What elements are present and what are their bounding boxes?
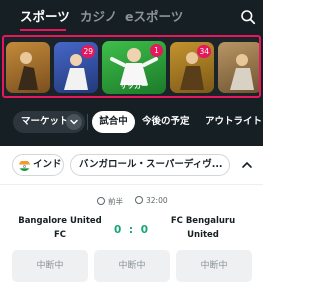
chevron-down-icon [66, 114, 82, 130]
sport-label: サッカー [120, 82, 148, 90]
top-tabs: スポーツ カジノ eスポーツ [0, 0, 263, 34]
tab-esports[interactable]: eスポーツ [125, 9, 183, 25]
country-name: インド [33, 159, 62, 170]
active-tab-indicator [20, 29, 66, 31]
clock-icon [135, 196, 143, 204]
odds-button-draw[interactable]: 中断中 [94, 250, 170, 282]
filter-live[interactable]: 試合中 [92, 111, 135, 133]
match-period: 前半 [97, 196, 123, 207]
sport-tile-4[interactable]: 34 [170, 42, 214, 93]
odds-button-away[interactable]: 中断中 [176, 250, 252, 282]
divider [87, 114, 88, 130]
clock-label: 32:00 [146, 196, 168, 205]
event-card: インド バンガロール・スーパーディヴ... 前半 32:00 Bangalore… [0, 146, 263, 300]
tab-casino[interactable]: カジノ [80, 9, 117, 25]
search-icon[interactable] [240, 9, 256, 25]
sport-tile-2[interactable]: 29 [54, 42, 98, 93]
market-label: マーケット [21, 116, 69, 127]
away-team: FC Bengaluru United [170, 216, 236, 240]
market-dropdown[interactable]: マーケット [13, 111, 85, 133]
count-badge: 29 [81, 45, 95, 58]
divider [0, 184, 263, 185]
filter-row: マーケット 試合中 今後の予定 アウトライト [0, 111, 263, 135]
country-chip[interactable]: インド [12, 154, 64, 176]
sport-tile-5[interactable] [218, 42, 259, 93]
filter-upcoming[interactable]: 今後の予定 [142, 111, 190, 133]
filter-outrights[interactable]: アウトライト [205, 111, 262, 133]
athlete-image [230, 54, 254, 90]
top-header: スポーツ カジノ eスポーツ 29 1 サッカー 34 マーケット 試合中 今後… [0, 0, 263, 146]
count-badge: 34 [197, 45, 211, 58]
league-header: インド バンガロール・スーパーディヴ... [0, 154, 263, 178]
period-label: 前半 [108, 197, 123, 206]
tab-sports[interactable]: スポーツ [20, 9, 70, 25]
match-clock: 32:00 [135, 196, 168, 205]
sport-tile-1[interactable] [6, 42, 50, 93]
count-badge: 1 [150, 44, 163, 57]
chevron-up-icon[interactable] [240, 158, 254, 172]
home-team: Bangalore United FC [18, 216, 102, 240]
match-score: 0 : 0 [113, 224, 151, 236]
athlete-image [18, 52, 38, 90]
clock-icon [97, 197, 105, 205]
india-flag-icon [19, 160, 30, 171]
sport-category-carousel[interactable]: 29 1 サッカー 34 [2, 35, 261, 98]
sport-tile-soccer[interactable]: 1 サッカー [102, 41, 166, 94]
league-chip[interactable]: バンガロール・スーパーディヴ... [70, 154, 230, 176]
odds-button-home[interactable]: 中断中 [12, 250, 88, 282]
